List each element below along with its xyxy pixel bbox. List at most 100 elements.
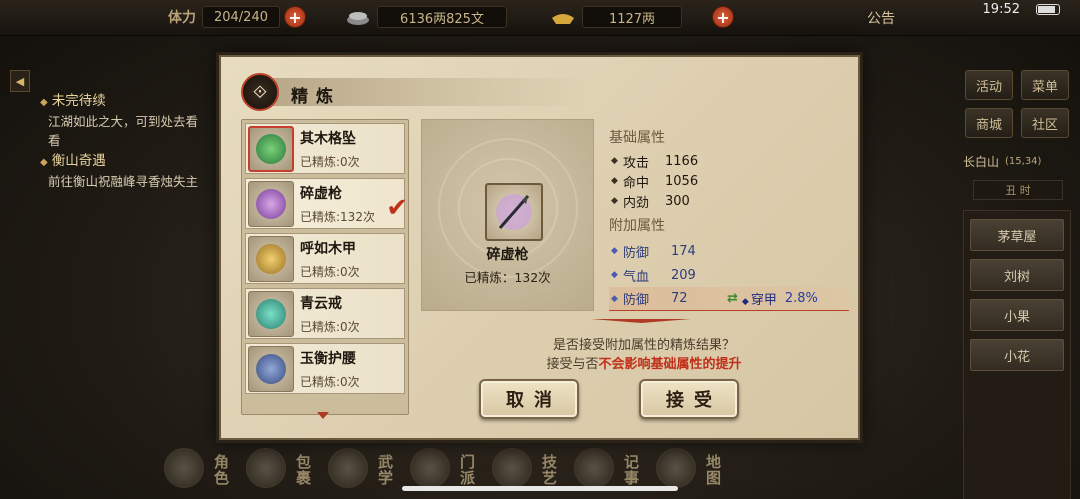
item-thumbnail: [248, 290, 294, 337]
cancel-button[interactable]: 取消: [479, 379, 579, 419]
item-name: 碎虚枪: [300, 185, 342, 202]
gold-counter: 1127两 +: [550, 6, 734, 28]
money-counter: 6136两825文: [345, 6, 507, 28]
item-refine-count: 已精炼:0次: [300, 319, 360, 334]
base-attr-row: 攻击 1166: [609, 151, 849, 171]
accept-button[interactable]: 接受: [639, 379, 739, 419]
attr-key: 防御: [623, 293, 650, 308]
item-name: 其木格坠: [300, 130, 356, 147]
notice-button[interactable]: 公告: [867, 8, 895, 28]
item-name: 呼如木甲: [300, 240, 356, 257]
preview-item-name: 碎虚枪: [486, 247, 529, 263]
equipment-item[interactable]: 碎虚枪已精炼:132次 ✔: [245, 178, 408, 229]
quest-tracker[interactable]: 未完待续 江湖如此之大，可到处去看看 衡山奇遇 前往衡山祝融峰寻香烛失主: [40, 92, 200, 193]
item-refine-count: 已精炼:0次: [300, 374, 360, 389]
home-indicator[interactable]: [402, 486, 678, 491]
belt-icon: [256, 353, 286, 384]
stamina-value: 204/240: [202, 6, 280, 28]
swap-arrows-icon: ⇄: [727, 291, 738, 306]
item-refine-count: 已精炼:0次: [300, 154, 360, 169]
npc-item[interactable]: 小花: [970, 339, 1064, 371]
status-clock: 19:52: [982, 2, 1020, 17]
armor-icon: [256, 243, 286, 274]
attr-key: 攻击: [623, 155, 650, 171]
nav-journal[interactable]: 记事: [570, 440, 644, 492]
equipment-item[interactable]: 青云戒已精炼:0次: [245, 288, 405, 339]
npc-list: 茅草屋 刘树 小果 小花: [963, 210, 1071, 499]
equipment-list[interactable]: 其木格坠 已精炼:0次 碎虚枪 已精炼:132次 ✔ 呼如木甲 已精炼:0次 青云戒已…: [241, 119, 409, 415]
nav-label: 门派: [458, 454, 476, 486]
npc-item[interactable]: 小果: [970, 299, 1064, 331]
taiji-icon: [410, 448, 450, 488]
menu-button[interactable]: 菜单: [1021, 70, 1069, 100]
refine-emblem-icon: ⟐: [241, 73, 279, 111]
equipment-item[interactable]: 呼如木甲 已精炼:0次: [245, 233, 405, 284]
ring-icon: [256, 298, 286, 329]
bag-icon: [246, 448, 286, 488]
new-attr-key: 穿甲: [742, 289, 777, 308]
location-label: 长白山 (15,34): [963, 150, 1073, 172]
quest-title[interactable]: 衡山奇遇: [40, 152, 200, 172]
nav-label: 地图: [704, 454, 722, 486]
nav-label: 武学: [376, 454, 394, 486]
dialog-title: 精炼: [291, 87, 341, 107]
scroll-icon: [574, 448, 614, 488]
nav-label: 角色: [212, 454, 230, 486]
nav-sect[interactable]: 门派: [406, 440, 480, 492]
checkmark-icon: ✔: [386, 193, 408, 223]
activity-button[interactable]: 活动: [965, 70, 1013, 100]
scroll-down-arrow-icon[interactable]: [317, 412, 329, 419]
nav-map[interactable]: 地图: [652, 440, 726, 492]
attr-value: 174: [671, 243, 696, 259]
item-thumbnail: [248, 235, 294, 282]
item-refine-count: 已精炼:132次: [300, 209, 375, 224]
nav-bag[interactable]: 包裹: [242, 440, 316, 492]
gold-ingot-icon: [552, 14, 574, 24]
map-icon: [656, 448, 696, 488]
attribute-panel: 基础属性 攻击 1166 命中 1056 内劲 300 附加属性 防御 174 气血 20…: [609, 127, 849, 311]
item-preview: 碎虚枪 已精炼：132次: [421, 119, 594, 311]
extra-attr-row-refined: 防御 72 ⇄ 穿甲 2.8%: [609, 287, 849, 311]
battery-icon: [1036, 4, 1060, 15]
nav-label: 技艺: [540, 454, 558, 486]
attr-key: 防御: [623, 245, 650, 261]
refine-dialog: ⟐ 精炼 其木格坠 已精炼:0次 碎虚枪 已精炼:132次 ✔ 呼如木甲 已精炼:0次…: [219, 55, 860, 440]
equipment-item[interactable]: 玉衡护腰 已精炼:0次: [245, 343, 405, 394]
nav-character[interactable]: 角色: [160, 440, 234, 492]
money-value: 6136两825文: [377, 6, 507, 28]
attr-key: 命中: [623, 175, 650, 191]
equipment-item[interactable]: 其木格坠已精炼:0次: [245, 123, 405, 174]
pendant-icon: [256, 133, 286, 164]
extra-attr-header: 附加属性: [609, 218, 665, 234]
add-stamina-button[interactable]: +: [284, 6, 306, 28]
shop-button[interactable]: 商城: [965, 108, 1013, 138]
stamina-label: 体力: [168, 10, 196, 26]
confirm-note: 接受与否不会影响基础属性的提升: [439, 353, 849, 372]
nav-martial[interactable]: 武学: [324, 440, 398, 492]
attr-value: 300: [665, 193, 690, 209]
character-icon: [164, 448, 204, 488]
nav-label: 包裹: [294, 454, 312, 486]
preview-thumbnail: [485, 183, 543, 241]
top-resource-bar: 体力 204/240 + 6136两825文 1127两 + 公告 19:52: [0, 0, 1080, 36]
coin-stack-icon: [347, 12, 369, 25]
npc-item[interactable]: 茅草屋: [970, 219, 1064, 251]
add-gold-button[interactable]: +: [712, 6, 734, 28]
community-button[interactable]: 社区: [1021, 108, 1069, 138]
quest-desc: 前往衡山祝融峰寻香烛失主: [48, 174, 199, 189]
npc-item[interactable]: 刘树: [970, 259, 1064, 291]
book-icon: [328, 448, 368, 488]
base-attr-row: 内劲 300: [609, 191, 849, 211]
item-thumbnail: [248, 125, 294, 172]
collapse-arrow-icon[interactable]: ◀: [10, 70, 30, 92]
item-thumbnail: [248, 345, 294, 392]
quest-title[interactable]: 未完待续: [40, 92, 200, 112]
new-attr-value: 2.8%: [784, 291, 818, 306]
nav-skill[interactable]: 技艺: [488, 440, 562, 492]
quest-desc: 江湖如此之大，可到处去看看: [48, 114, 199, 148]
gold-value: 1127两: [582, 6, 682, 28]
attr-value: 209: [671, 267, 696, 283]
extra-attr-row: 气血 209: [609, 263, 849, 287]
location-coord: (15,34): [1005, 155, 1042, 167]
item-name: 青云戒: [300, 295, 342, 312]
